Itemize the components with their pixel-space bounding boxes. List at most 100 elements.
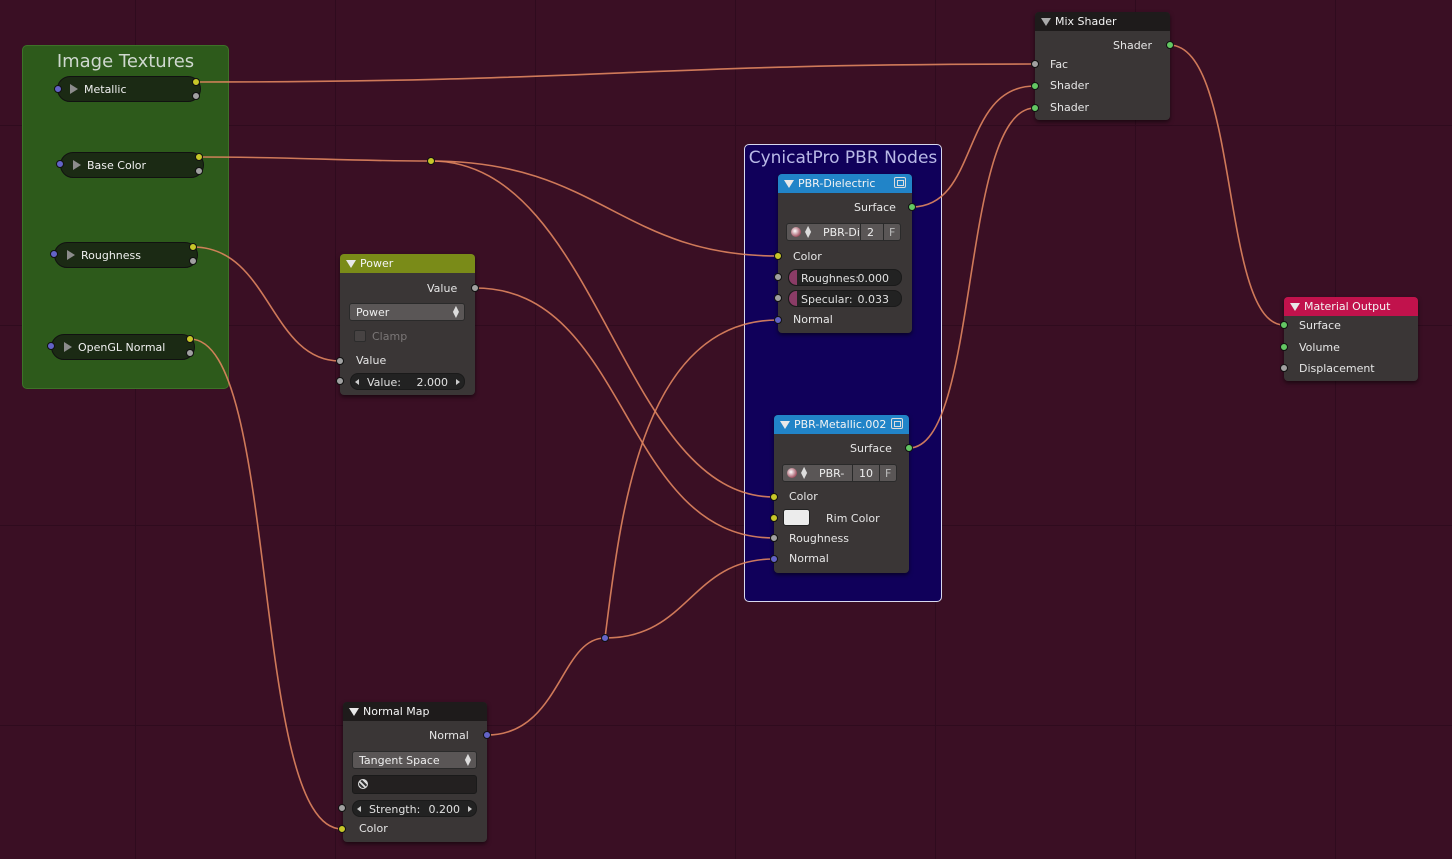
dielectric-normal-input-socket[interactable] [774, 316, 782, 324]
increment-arrow-icon[interactable] [468, 806, 472, 812]
expand-triangle-icon[interactable] [64, 342, 72, 352]
output-volume-input-socket[interactable] [1280, 343, 1288, 351]
node-group-icon[interactable] [894, 177, 906, 188]
normal-map-output-socket[interactable] [483, 731, 491, 739]
frame-pbr-nodes-label: CynicatPro PBR Nodes [748, 148, 938, 168]
pbr-metallic-rim-color-input: Rim Color [826, 512, 880, 525]
metallic-alpha-output-socket[interactable] [192, 92, 200, 100]
up-down-arrows-icon: ▲ ▼ [801, 465, 808, 480]
normal-alpha-output-socket[interactable] [186, 349, 194, 357]
texture-node-label: Base Color [87, 159, 147, 172]
collapse-arrow-icon[interactable] [1041, 18, 1051, 26]
pbr-dielectric-node[interactable]: PBR-Dielectric Surface ▲ ▼ PBR-Di 2 F Col… [778, 174, 912, 333]
mix-fac-input-socket[interactable] [1031, 60, 1039, 68]
node-group-icon[interactable] [891, 418, 903, 429]
metallic-rimcolor-input-socket[interactable] [770, 514, 778, 522]
power-operation-dropdown[interactable]: Power ▲ ▼ [349, 303, 465, 321]
metallic-surface-output-socket[interactable] [905, 444, 913, 452]
power-value-input-socket[interactable] [336, 357, 344, 365]
collapse-arrow-icon[interactable] [1290, 303, 1300, 311]
decrement-arrow-icon[interactable] [357, 806, 361, 812]
collapse-arrow-icon[interactable] [780, 421, 790, 429]
roughness-label: Roughnes: [801, 272, 859, 285]
uv-map-icon [358, 779, 368, 789]
metallic-color-output-socket[interactable] [192, 78, 200, 86]
pbr-dielectric-group-selector[interactable]: ▲ ▼ PBR-Di 2 F [786, 223, 901, 241]
texture-node-metallic[interactable]: Metallic [57, 76, 201, 102]
power-value-field-value: 2.000 [416, 376, 449, 389]
fake-user-toggle[interactable]: F [889, 226, 895, 239]
texture-vector-input-socket[interactable] [50, 250, 58, 258]
fake-user-toggle[interactable]: F [885, 467, 891, 480]
group-name[interactable]: PBR- [819, 467, 844, 480]
texture-vector-input-socket[interactable] [47, 342, 55, 350]
basecolor-color-output-socket[interactable] [195, 153, 203, 161]
power-operation-value: Power [356, 306, 390, 319]
group-user-count[interactable]: 10 [859, 467, 873, 480]
output-surface-input-socket[interactable] [1280, 321, 1288, 329]
texture-node-base-color[interactable]: Base Color [60, 152, 204, 178]
pbr-metallic-group-selector[interactable]: ▲ ▼ PBR- 10 F [782, 464, 897, 482]
power-exponent-input-socket[interactable] [336, 377, 344, 385]
texture-node-label: Metallic [84, 83, 127, 96]
material-output-node[interactable]: Material Output Surface Volume Displacem… [1284, 297, 1418, 381]
expand-triangle-icon[interactable] [70, 84, 78, 94]
metallic-normal-input-socket[interactable] [770, 555, 778, 563]
texture-node-opengl-normal[interactable]: OpenGL Normal [51, 334, 195, 360]
mix-shader1-input-socket[interactable] [1031, 82, 1039, 90]
power-value-output-socket[interactable] [471, 284, 479, 292]
clamp-checkbox[interactable] [354, 330, 366, 342]
dielectric-specular-input-socket[interactable] [774, 294, 782, 302]
decrement-arrow-icon[interactable] [355, 379, 359, 385]
metallic-color-input-socket[interactable] [770, 493, 778, 501]
reroute-node-color[interactable] [427, 157, 435, 165]
texture-node-roughness[interactable]: Roughness [54, 242, 198, 268]
collapse-arrow-icon[interactable] [346, 260, 356, 268]
roughness-color-output-socket[interactable] [189, 243, 197, 251]
collapse-arrow-icon[interactable] [784, 180, 794, 188]
metallic-roughness-input-socket[interactable] [770, 534, 778, 542]
roughness-value: 0.000 [857, 272, 890, 285]
mix-shader-header[interactable]: Mix Shader [1035, 12, 1170, 31]
strength-value: 0.200 [428, 803, 461, 816]
expand-triangle-icon[interactable] [73, 160, 81, 170]
pbr-dielectric-header[interactable]: PBR-Dielectric [778, 174, 912, 193]
power-node-header[interactable]: Power [340, 254, 475, 273]
normal-map-strength-socket[interactable] [338, 804, 346, 812]
basecolor-alpha-output-socket[interactable] [195, 167, 203, 175]
group-user-count[interactable]: 2 [867, 226, 874, 239]
normal-map-header[interactable]: Normal Map [343, 702, 487, 721]
normal-map-space-dropdown[interactable]: Tangent Space ▲ ▼ [352, 751, 477, 769]
material-output-header[interactable]: Material Output [1284, 297, 1418, 316]
collapse-arrow-icon[interactable] [349, 708, 359, 716]
group-name[interactable]: PBR-Di [823, 226, 860, 239]
power-value-field[interactable]: Value: 2.000 [350, 373, 465, 390]
dielectric-surface-output-socket[interactable] [908, 203, 916, 211]
roughness-alpha-output-socket[interactable] [189, 257, 197, 265]
pbr-metallic-header[interactable]: PBR-Metallic.002 [774, 415, 909, 434]
output-displacement-input-socket[interactable] [1280, 364, 1288, 372]
expand-triangle-icon[interactable] [67, 250, 75, 260]
mix-shader-output-socket[interactable] [1166, 41, 1174, 49]
normal-map-strength-field[interactable]: Strength: 0.200 [352, 800, 477, 817]
rim-color-swatch[interactable] [783, 509, 810, 526]
increment-arrow-icon[interactable] [456, 379, 460, 385]
pbr-dielectric-specular-slider[interactable]: Specular: 0.033 [788, 290, 902, 307]
uv-map-field[interactable] [352, 775, 477, 794]
strength-label: Strength: [369, 803, 421, 816]
power-node[interactable]: Power Value Power ▲ ▼ Clamp Value Value: … [340, 254, 475, 395]
pbr-dielectric-roughness-slider[interactable]: Roughnes: 0.000 [788, 269, 902, 286]
mix-shader-output-label: Shader [1113, 39, 1152, 52]
normal-map-node[interactable]: Normal Map Normal Tangent Space ▲ ▼ Stren… [343, 702, 487, 842]
normal-map-color-socket[interactable] [338, 825, 346, 833]
normal-color-output-socket[interactable] [186, 335, 194, 343]
texture-vector-input-socket[interactable] [54, 85, 62, 93]
mix-shader-node[interactable]: Mix Shader Shader Fac Shader Shader [1035, 12, 1170, 120]
dielectric-color-input-socket[interactable] [774, 252, 782, 260]
mix-shader2-input-socket[interactable] [1031, 104, 1039, 112]
reroute-node-normal[interactable] [601, 634, 609, 642]
dielectric-roughness-input-socket[interactable] [774, 273, 782, 281]
texture-vector-input-socket[interactable] [56, 160, 64, 168]
pbr-metallic-node[interactable]: PBR-Metallic.002 Surface ▲ ▼ PBR- 10 F Co… [774, 415, 909, 573]
material-output-title: Material Output [1304, 300, 1391, 313]
